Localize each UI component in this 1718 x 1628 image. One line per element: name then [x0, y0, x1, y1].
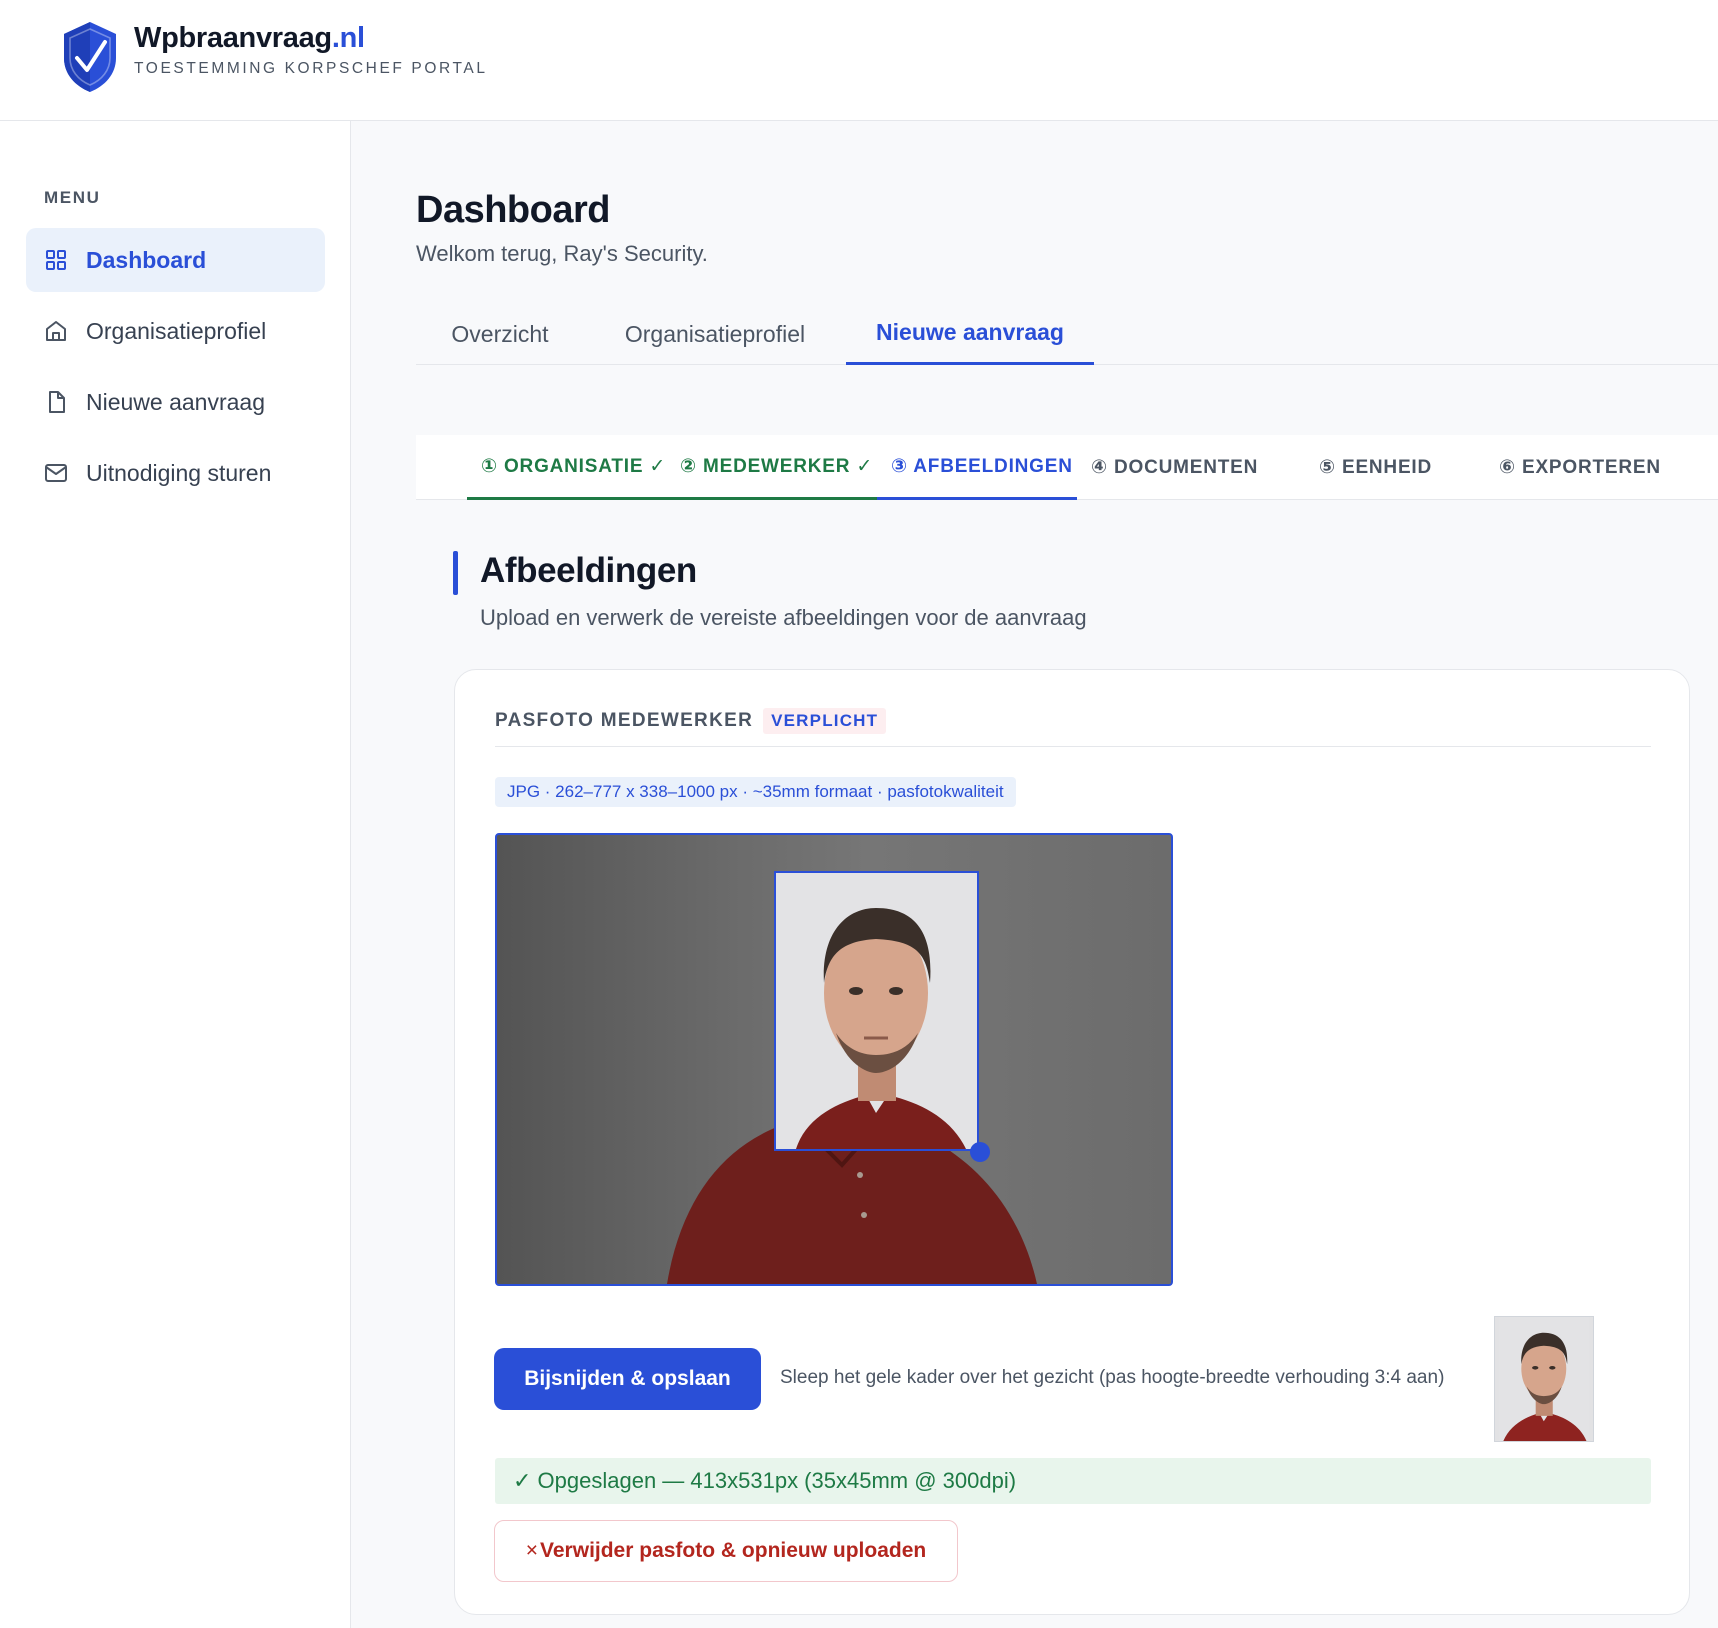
sidebar-item-dashboard[interactable]: Dashboard — [26, 228, 325, 292]
tab-bar: Overzicht Organisatieprofiel Nieuwe aanv… — [416, 303, 1718, 365]
shield-check-icon[interactable] — [60, 20, 120, 94]
sidebar: MENU Dashboard Organisatieprofiel Nieuwe… — [0, 121, 351, 1628]
sidebar-item-label: Organisatieprofiel — [86, 317, 267, 344]
step-medewerker[interactable]: ② MEDEWERKER ✓ — [670, 435, 877, 500]
spec-chip: JPG · 262–777 x 338–1000 px · ~35mm form… — [495, 777, 1016, 807]
saved-status: ✓ Opgeslagen — 413x531px (35x45mm @ 300d… — [495, 1458, 1651, 1504]
crop-hint: Sleep het gele kader over het gezicht (p… — [780, 1367, 1445, 1388]
sidebar-item-label: Dashboard — [86, 246, 207, 273]
page-title: Dashboard — [416, 189, 610, 231]
tab-organisatieprofiel[interactable]: Organisatieprofiel — [584, 303, 846, 365]
brand-name[interactable]: Wpbraanvraag.nl — [134, 22, 365, 55]
section-title: Afbeeldingen — [480, 551, 697, 590]
menu-label: MENU — [44, 188, 101, 207]
sidebar-item-label: Uitnodiging sturen — [86, 459, 272, 486]
main-content: Dashboard Welkom terug, Ray's Security. … — [352, 121, 1718, 1628]
delete-photo-button[interactable]: × Verwijder pasfoto & opnieuw uploaden — [494, 1520, 958, 1582]
card-header: PASFOTO MEDEWERKER VERPLICHT — [495, 708, 887, 734]
mail-icon — [45, 464, 67, 482]
crop-resize-handle[interactable] — [970, 1142, 990, 1162]
face-in-crop — [776, 873, 977, 1149]
brand-subtitle: TOESTEMMING KORPSCHEF PORTAL — [134, 60, 488, 77]
delete-photo-label: Verwijder pasfoto & opnieuw uploaden — [540, 1539, 927, 1562]
required-badge: VERPLICHT — [763, 708, 887, 734]
section-subtitle: Upload en verwerk de vereiste afbeelding… — [480, 605, 1087, 630]
page-subtitle: Welkom terug, Ray's Security. — [416, 241, 708, 266]
pasfoto-card: PASFOTO MEDEWERKER VERPLICHT JPG · 262–7… — [454, 669, 1690, 1615]
sidebar-item-nieuwe-aanvraag[interactable]: Nieuwe aanvraag — [26, 370, 325, 434]
grid-icon — [46, 250, 66, 270]
photo-crop-area[interactable] — [495, 833, 1173, 1286]
sidebar-item-uitnodiging-sturen[interactable]: Uitnodiging sturen — [26, 441, 325, 505]
pasfoto-thumbnail — [1494, 1316, 1594, 1442]
sidebar-item-label: Nieuwe aanvraag — [86, 388, 266, 415]
top-header: Wpbraanvraag.nl TOESTEMMING KORPSCHEF PO… — [0, 0, 1718, 121]
step-exporteren[interactable]: ⑥ EXPORTEREN — [1499, 435, 1661, 500]
wizard-steps: ① ORGANISATIE ✓ ② MEDEWERKER ✓ ③ AFBEELD… — [416, 435, 1718, 500]
tab-nieuwe-aanvraag[interactable]: Nieuwe aanvraag — [846, 303, 1094, 365]
sidebar-item-organisatieprofiel[interactable]: Organisatieprofiel — [26, 299, 325, 363]
step-documenten[interactable]: ④ DOCUMENTEN — [1091, 435, 1258, 500]
step-eenheid[interactable]: ⑤ EENHEID — [1319, 435, 1432, 500]
thumbnail-face — [1498, 1317, 1590, 1441]
file-icon — [49, 391, 65, 413]
close-icon: × — [525, 1539, 539, 1562]
tab-overzicht[interactable]: Overzicht — [416, 303, 584, 365]
step-organisatie[interactable]: ① ORGANISATIE ✓ — [467, 435, 670, 500]
crop-frame[interactable] — [774, 871, 979, 1151]
section-accent-bar — [453, 551, 458, 595]
step-afbeeldingen[interactable]: ③ AFBEELDINGEN — [877, 435, 1077, 500]
card-title: PASFOTO MEDEWERKER — [495, 710, 754, 731]
home-icon — [46, 321, 66, 341]
divider — [495, 746, 1651, 747]
crop-save-button[interactable]: Bijsnijden & opslaan — [494, 1348, 761, 1410]
